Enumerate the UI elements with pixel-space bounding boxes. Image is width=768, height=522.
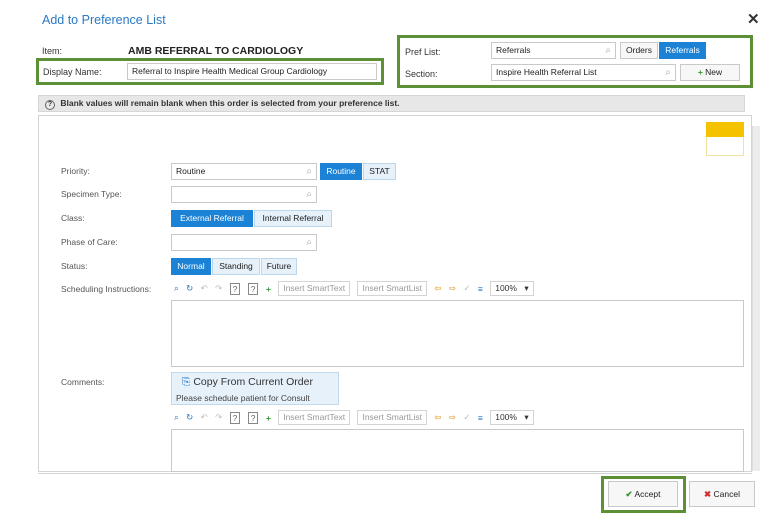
- zoom-select[interactable]: 100% ▾: [490, 410, 534, 425]
- priority-routine-button[interactable]: Routine: [320, 163, 362, 180]
- section-field[interactable]: Inspire Health Referral List ⌕: [491, 64, 676, 81]
- arrow-left-icon[interactable]: ⇦: [434, 412, 441, 423]
- section-label: Section:: [405, 69, 438, 79]
- item-label: Item:: [42, 46, 63, 56]
- close-icon[interactable]: ✕: [747, 10, 760, 28]
- specimen-type-field[interactable]: ⌕: [171, 186, 317, 203]
- banner-text: Blank values will remain blank when this…: [60, 98, 400, 108]
- search-icon[interactable]: ⌕: [174, 412, 179, 423]
- comments-textarea[interactable]: [171, 429, 744, 472]
- dialog-title: Add to Preference List: [42, 13, 166, 27]
- copy-icon: ⎘: [182, 376, 191, 388]
- scrollbar[interactable]: [752, 126, 760, 471]
- copy-from-current-order-button[interactable]: ⎘ Copy From Current Order Please schedul…: [171, 372, 339, 405]
- scheduling-toolbar: ⌕ ↻ ↶ ↷ ? ? + Insert SmartText Insert Sm…: [174, 281, 539, 298]
- pref-list-value: Referrals: [496, 45, 531, 55]
- plus-icon: +: [697, 67, 703, 77]
- priority-label: Priority:: [61, 166, 90, 176]
- class-external-referral-button[interactable]: External Referral: [171, 210, 253, 227]
- arrow-left-icon[interactable]: ⇦: [434, 283, 441, 294]
- checkmark-icon: ✔: [625, 489, 633, 499]
- item-value: AMB REFERRAL TO CARDIOLOGY: [128, 45, 304, 57]
- insert-smarttext-field[interactable]: Insert SmartText: [278, 281, 351, 296]
- priority-field[interactable]: Routine ⌕: [171, 163, 317, 180]
- section-value: Inspire Health Referral List: [496, 67, 597, 77]
- redo-icon[interactable]: ↷: [215, 283, 222, 294]
- priority-stat-button[interactable]: STAT: [363, 163, 396, 180]
- help-list-icon[interactable]: ?: [247, 411, 259, 424]
- pref-list-referrals-button[interactable]: Referrals: [659, 42, 706, 59]
- help-icon[interactable]: ?: [229, 411, 241, 424]
- pref-list-label: Pref List:: [405, 47, 441, 57]
- class-label: Class:: [61, 213, 85, 223]
- scheduling-instructions-textarea[interactable]: [171, 300, 744, 367]
- arrow-right-icon[interactable]: ⇨: [449, 412, 456, 423]
- spellcheck-icon[interactable]: ↻: [186, 412, 193, 423]
- search-icon[interactable]: ⌕: [306, 187, 312, 202]
- list-icon[interactable]: ≡: [478, 284, 483, 294]
- pref-list-field[interactable]: Referrals ⌕: [491, 42, 616, 59]
- plus-icon[interactable]: +: [266, 413, 271, 423]
- warning-flag-body: [706, 137, 744, 156]
- status-future-button[interactable]: Future: [261, 258, 297, 275]
- specimen-type-label: Specimen Type:: [61, 189, 122, 199]
- x-icon: ✖: [704, 489, 712, 499]
- search-icon[interactable]: ⌕: [306, 235, 312, 250]
- priority-value: Routine: [176, 166, 206, 176]
- insert-smartlist-field[interactable]: Insert SmartList: [357, 410, 427, 425]
- new-section-button[interactable]: + New: [680, 64, 740, 81]
- check-icon[interactable]: ✓: [463, 412, 470, 423]
- info-banner: ? Blank values will remain blank when th…: [38, 95, 745, 112]
- search-icon[interactable]: ⌕: [306, 164, 312, 179]
- plus-icon[interactable]: +: [266, 284, 271, 294]
- insert-smartlist-field[interactable]: Insert SmartList: [357, 281, 427, 296]
- class-internal-referral-button[interactable]: Internal Referral: [254, 210, 332, 227]
- status-label: Status:: [61, 261, 88, 271]
- undo-icon[interactable]: ↶: [201, 412, 208, 423]
- phase-of-care-label: Phase of Care:: [61, 237, 118, 247]
- warning-flag: [706, 122, 744, 137]
- comments-label: Comments:: [61, 377, 105, 387]
- search-icon[interactable]: ⌕: [174, 283, 179, 294]
- phase-of-care-field[interactable]: ⌕: [171, 234, 317, 251]
- zoom-select[interactable]: 100% ▾: [490, 281, 534, 296]
- status-standing-button[interactable]: Standing: [212, 258, 260, 275]
- help-icon[interactable]: ?: [229, 282, 241, 295]
- list-icon[interactable]: ≡: [478, 413, 483, 423]
- accept-button[interactable]: ✔ Accept: [608, 481, 678, 507]
- display-name-label: Display Name:: [43, 67, 102, 77]
- help-list-icon[interactable]: ?: [247, 282, 259, 295]
- display-name-field[interactable]: Referral to Inspire Health Medical Group…: [127, 63, 377, 80]
- insert-smarttext-field[interactable]: Insert SmartText: [278, 410, 351, 425]
- redo-icon[interactable]: ↷: [215, 412, 222, 423]
- spellcheck-icon[interactable]: ↻: [186, 283, 193, 294]
- cancel-button[interactable]: ✖ Cancel: [689, 481, 755, 507]
- search-icon[interactable]: ⌕: [665, 65, 671, 80]
- footer-divider: [38, 473, 752, 474]
- search-icon[interactable]: ⌕: [605, 43, 611, 58]
- copy-note: Please schedule patient for Consult: [176, 393, 310, 403]
- comments-toolbar: ⌕ ↻ ↶ ↷ ? ? + Insert SmartText Insert Sm…: [174, 410, 539, 427]
- help-icon: ?: [45, 100, 55, 110]
- check-icon[interactable]: ✓: [463, 283, 470, 294]
- arrow-right-icon[interactable]: ⇨: [449, 283, 456, 294]
- scheduling-instructions-label: Scheduling Instructions:: [61, 284, 152, 294]
- undo-icon[interactable]: ↶: [201, 283, 208, 294]
- pref-list-orders-button[interactable]: Orders: [620, 42, 658, 59]
- status-normal-button[interactable]: Normal: [171, 258, 211, 275]
